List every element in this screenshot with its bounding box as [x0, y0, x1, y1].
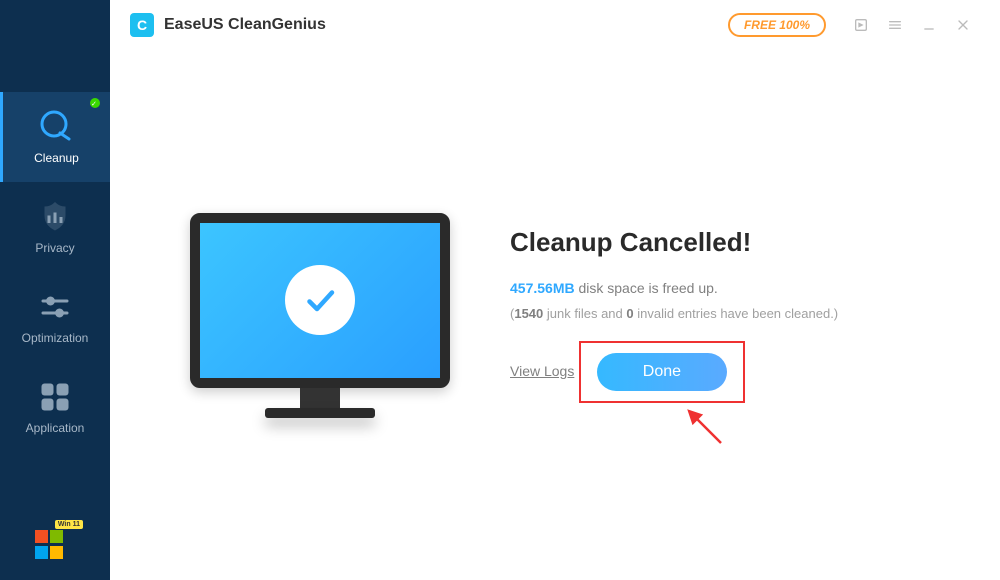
sidebar: Cleanup Privacy Optimization Application… — [0, 0, 110, 580]
sidebar-item-cleanup[interactable]: Cleanup — [0, 92, 110, 182]
optimization-icon — [37, 289, 73, 325]
sidebar-item-label: Cleanup — [34, 151, 79, 165]
app-logo-icon: C — [130, 13, 154, 37]
sidebar-item-privacy[interactable]: Privacy — [0, 182, 110, 272]
sidebar-item-optimization[interactable]: Optimization — [0, 272, 110, 362]
sidebar-item-application[interactable]: Application — [0, 362, 110, 452]
annotation-arrow-icon — [679, 401, 729, 456]
freed-space-line: 457.56MB disk space is freed up. — [510, 280, 960, 296]
sidebar-item-label: Optimization — [22, 331, 89, 345]
feedback-icon[interactable] — [852, 16, 870, 34]
win-version-tag: Win 11 — [55, 520, 83, 529]
windows-badge[interactable]: Win 11 — [35, 530, 65, 560]
checkmark-icon — [285, 265, 355, 335]
close-icon[interactable] — [954, 16, 972, 34]
annotation-highlight-box: Done — [579, 341, 745, 403]
sidebar-item-label: Application — [26, 421, 85, 435]
menu-icon[interactable] — [886, 16, 904, 34]
freed-size-value: 457.56MB — [510, 280, 575, 296]
monitor-illustration — [150, 213, 490, 418]
application-icon — [37, 379, 73, 415]
minimize-icon[interactable] — [920, 16, 938, 34]
titlebar: C EaseUS CleanGenius FREE 100% — [110, 0, 1000, 50]
done-button[interactable]: Done — [597, 353, 727, 391]
junk-count-value: 1540 — [514, 306, 543, 321]
result-heading: Cleanup Cancelled! — [510, 227, 960, 258]
view-logs-link[interactable]: View Logs — [510, 363, 574, 379]
cleanup-icon — [39, 109, 75, 145]
privacy-icon — [37, 199, 73, 235]
content-area: Cleanup Cancelled! 457.56MB disk space i… — [110, 50, 1000, 580]
main-panel: C EaseUS CleanGenius FREE 100% — [110, 0, 1000, 580]
app-window: Cleanup Privacy Optimization Application… — [0, 0, 1000, 580]
sidebar-item-label: Privacy — [35, 241, 74, 255]
free-upgrade-badge[interactable]: FREE 100% — [728, 13, 826, 37]
app-title: EaseUS CleanGenius — [164, 16, 326, 34]
junk-files-line: (1540 junk files and 0 invalid entries h… — [510, 306, 960, 321]
invalid-count-value: 0 — [626, 306, 633, 321]
active-check-badge — [90, 98, 100, 108]
result-panel: Cleanup Cancelled! 457.56MB disk space i… — [490, 227, 960, 403]
